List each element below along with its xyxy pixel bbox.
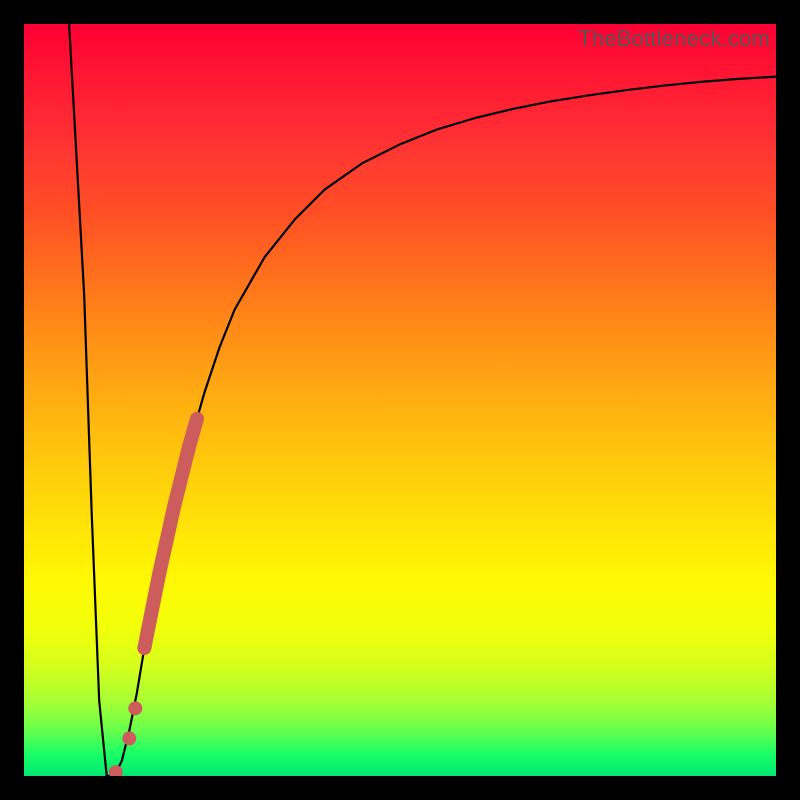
main-curve [69, 24, 776, 776]
highlight-dot [109, 765, 123, 776]
watermark-text: TheBottleneck.com [578, 26, 770, 52]
highlight-dots [109, 701, 143, 776]
highlight-dot [122, 731, 136, 745]
chart-svg [24, 24, 776, 776]
highlight-dot [128, 701, 142, 715]
chart-frame: TheBottleneck.com [0, 0, 800, 800]
highlight-segment [144, 419, 197, 648]
plot-area: TheBottleneck.com [24, 24, 776, 776]
